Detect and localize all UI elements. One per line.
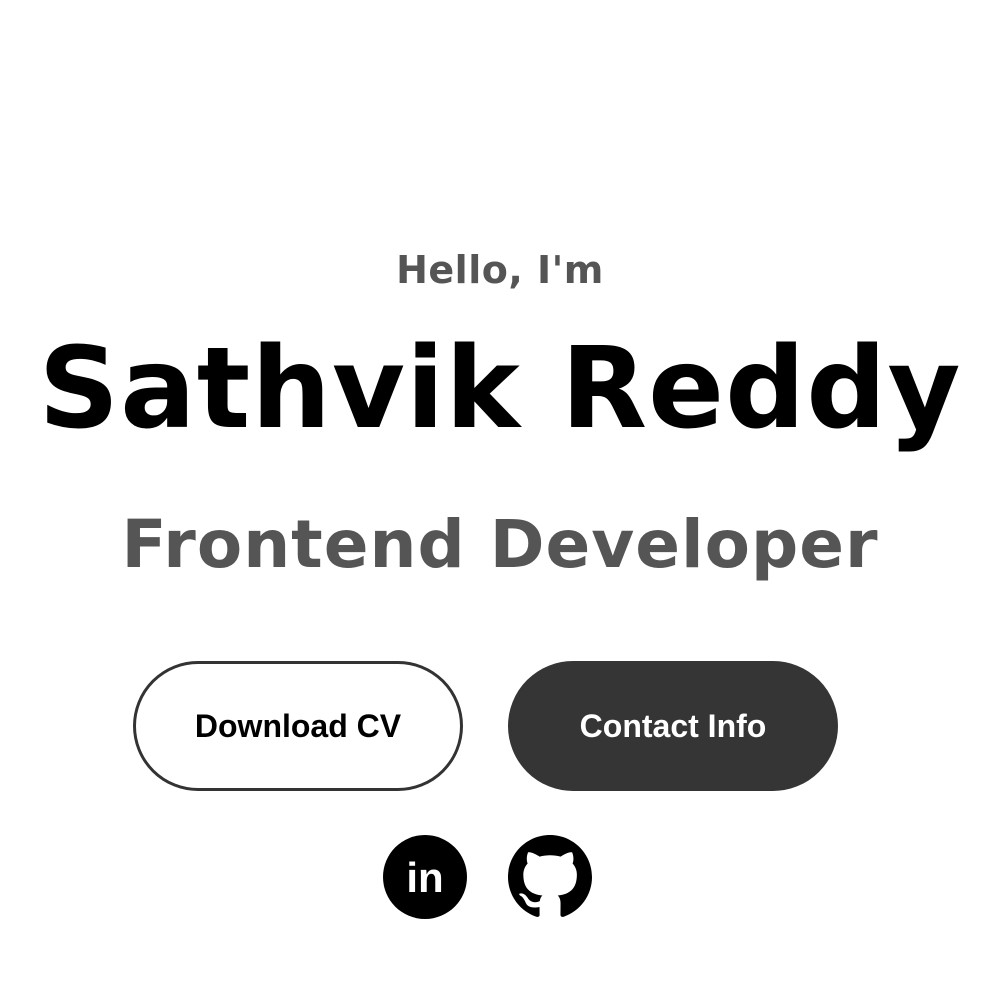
linkedin-icon[interactable]: in [383,835,467,919]
contact-info-label: Contact Info [579,707,767,744]
profile-name: Sathvik Reddy [38,324,962,454]
github-icon[interactable] [508,835,592,919]
profile-role: Frontend Developer [121,506,879,583]
linkedin-glyph: in [406,854,443,901]
download-cv-button[interactable]: Download CV [133,661,463,791]
contact-info-button[interactable]: Contact Info [508,661,838,791]
greeting-text: Hello, I'm [396,248,604,292]
download-cv-label: Download CV [194,707,402,744]
profile-hero: Hello, I'm Sathvik Reddy Frontend Develo… [0,0,1000,1000]
